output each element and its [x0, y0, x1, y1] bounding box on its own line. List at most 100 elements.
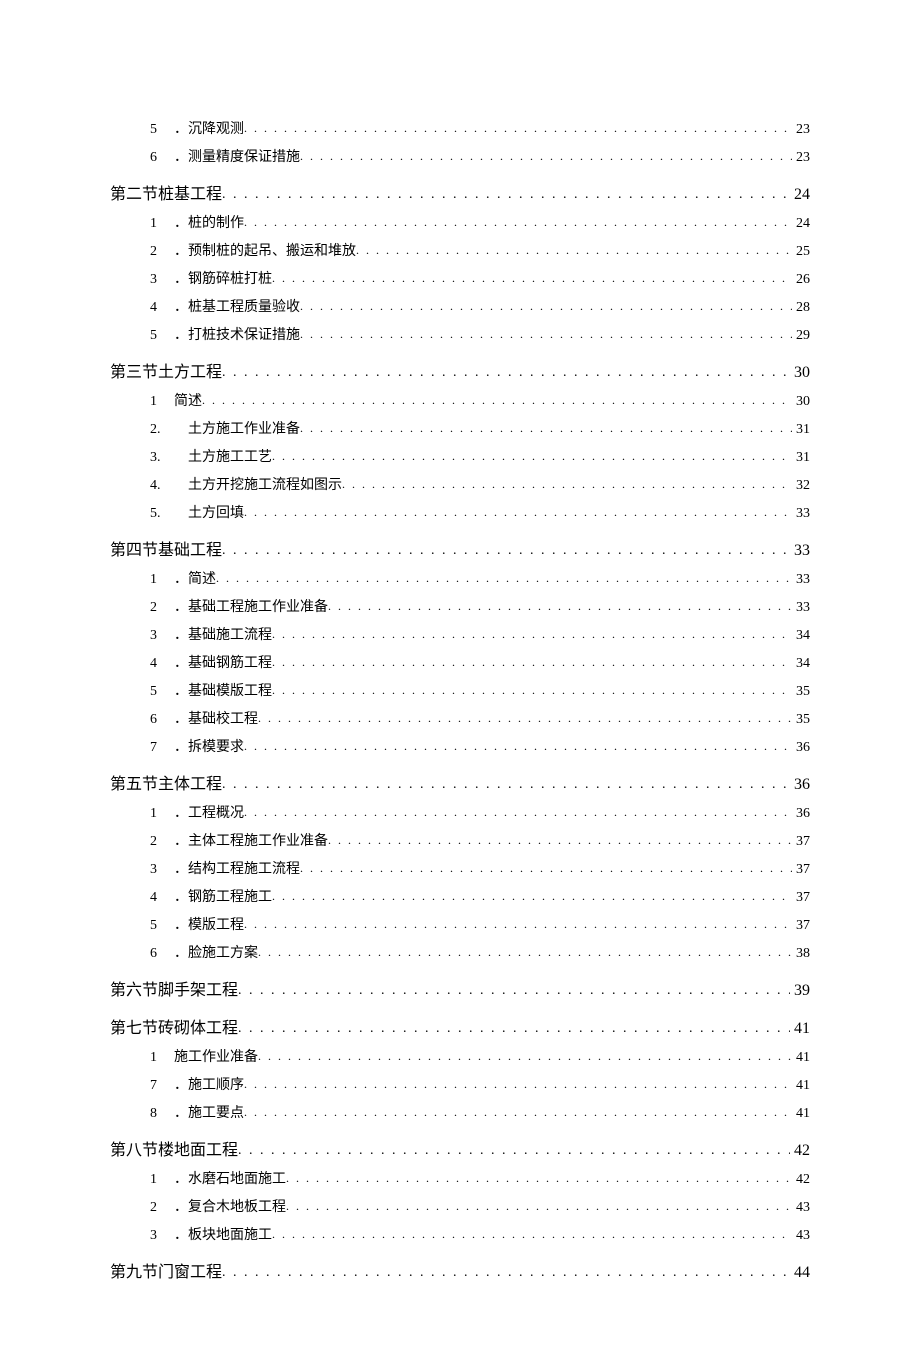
toc-entry-label: 第三节土方工程	[110, 358, 222, 382]
toc-entry-page: 23	[792, 122, 810, 138]
toc-entry-page: 33	[790, 542, 810, 560]
toc-entry-label: ．打桩技术保证措施	[174, 324, 300, 344]
toc-dot-leader	[272, 655, 792, 670]
toc-entry-number: 3	[150, 272, 174, 288]
toc-dot-leader	[272, 1227, 792, 1242]
toc-entry-label: 第二节桩基工程	[110, 180, 222, 204]
toc-entry-page: 31	[792, 422, 810, 438]
toc-dot-leader	[202, 393, 792, 408]
toc-dot-leader	[300, 327, 792, 342]
toc-entry-label: ．桩基工程质量验收	[174, 296, 300, 316]
toc-entry-number: 5	[150, 918, 174, 934]
toc-sub-row: 6．基础校工程35	[110, 708, 810, 728]
toc-entry-page: 30	[790, 364, 810, 382]
toc-entry-page: 34	[792, 628, 810, 644]
toc-entry-number: 2	[150, 1200, 174, 1216]
toc-entry-number: 3	[150, 862, 174, 878]
toc-dot-leader	[238, 983, 790, 999]
toc-sub-row: 3. 土方施工工艺31	[110, 446, 810, 466]
toc-entry-label: ．结构工程施工流程	[174, 858, 300, 878]
toc-entry-label: ．工程概况	[174, 802, 244, 822]
toc-dot-leader	[244, 1077, 792, 1092]
toc-entry-number: 5	[150, 122, 174, 138]
toc-entry-number: 1	[150, 394, 174, 410]
toc-entry-page: 24	[792, 216, 810, 232]
toc-dot-leader	[216, 571, 792, 586]
toc-entry-label: ．板块地面施工	[174, 1224, 272, 1244]
toc-sub-row: 5．打桩技术保证措施29	[110, 324, 810, 344]
toc-dot-leader	[342, 477, 792, 492]
toc-entry-label: ．基础工程施工作业准备	[174, 596, 328, 616]
toc-entry-label: 土方开挖施工流程如图示	[174, 474, 342, 494]
toc-entry-label: ．基础钢筋工程	[174, 652, 272, 672]
toc-entry-page: 28	[792, 300, 810, 316]
toc-sub-row: 3．基础施工流程34	[110, 624, 810, 644]
toc-entry-page: 31	[792, 450, 810, 466]
toc-entry-number: 3	[150, 1228, 174, 1244]
toc-entry-page: 29	[792, 328, 810, 344]
toc-entry-number: 2	[150, 244, 174, 260]
toc-dot-leader	[244, 917, 792, 932]
toc-entry-label: 第九节门窗工程	[110, 1258, 222, 1282]
toc-dot-leader	[222, 187, 790, 203]
toc-entry-page: 41	[792, 1078, 810, 1094]
toc-entry-page: 36	[790, 776, 810, 794]
toc-sub-row: 4. 土方开挖施工流程如图示 32	[110, 474, 810, 494]
toc-section-row: 第八节楼地面工程42	[110, 1136, 810, 1160]
toc-dot-leader	[272, 683, 792, 698]
toc-dot-leader	[238, 1143, 790, 1159]
toc-section-row: 第七节砖砌体工程41	[110, 1014, 810, 1038]
toc-section-row: 第九节门窗工程 44	[110, 1258, 810, 1282]
toc-sub-row: 1．简述33	[110, 568, 810, 588]
toc-entry-number: 4	[150, 890, 174, 906]
toc-entry-number: 4.	[150, 478, 174, 494]
toc-entry-page: 36	[792, 740, 810, 756]
toc-sub-row: 1．桩的制作24	[110, 212, 810, 232]
toc-entry-page: 41	[792, 1050, 810, 1066]
toc-entry-page: 37	[792, 890, 810, 906]
toc-entry-label: 土方施工作业准备	[174, 418, 300, 438]
toc-entry-page: 44	[790, 1264, 810, 1282]
toc-entry-label: ．施工顺序	[174, 1074, 244, 1094]
toc-sub-row: 2. 土方施工作业准备31	[110, 418, 810, 438]
toc-entry-label: 第八节楼地面工程	[110, 1136, 238, 1160]
document-page: 5．沉降观测236．测量精度保证措施23第二节桩基工程241．桩的制作242．预…	[0, 0, 920, 1348]
toc-entry-page: 33	[792, 506, 810, 522]
toc-entry-page: 43	[792, 1228, 810, 1244]
toc-entry-page: 36	[792, 806, 810, 822]
toc-entry-label: ．水磨石地面施工	[174, 1168, 286, 1188]
toc-entry-label: ．模版工程	[174, 914, 244, 934]
toc-sub-row: 4．基础钢筋工程34	[110, 652, 810, 672]
toc-entry-label: ．施工要点	[174, 1102, 244, 1122]
toc-sub-row: 2．预制桩的起吊、搬运和堆放25	[110, 240, 810, 260]
toc-sub-row: 5．基础模版工程35	[110, 680, 810, 700]
toc-sub-row: 4．钢筋工程施工 37	[110, 886, 810, 906]
toc-entry-page: 32	[792, 478, 810, 494]
table-of-contents: 5．沉降观测236．测量精度保证措施23第二节桩基工程241．桩的制作242．预…	[110, 118, 810, 1282]
toc-entry-label: ．钢筋工程施工	[174, 886, 272, 906]
toc-entry-number: 4	[150, 656, 174, 672]
toc-entry-page: 24	[790, 186, 810, 204]
toc-entry-number: 3.	[150, 450, 174, 466]
toc-section-row: 第五节主体工程 36	[110, 770, 810, 794]
toc-entry-label: ．脸施工方案	[174, 942, 258, 962]
toc-entry-page: 33	[792, 600, 810, 616]
toc-sub-row: 2．复合木地板工程43	[110, 1196, 810, 1216]
toc-entry-page: 30	[792, 394, 810, 410]
toc-dot-leader	[272, 271, 792, 286]
toc-dot-leader	[244, 805, 792, 820]
toc-entry-page: 38	[792, 946, 810, 962]
toc-entry-label: 第五节主体工程	[110, 770, 222, 794]
toc-dot-leader	[286, 1199, 792, 1214]
toc-dot-leader	[238, 1021, 790, 1037]
toc-entry-label: 第七节砖砌体工程	[110, 1014, 238, 1038]
toc-section-row: 第六节脚手架工程39	[110, 976, 810, 1000]
toc-dot-leader	[300, 421, 792, 436]
toc-entry-page: 41	[792, 1106, 810, 1122]
toc-dot-leader	[258, 1049, 792, 1064]
toc-dot-leader	[244, 505, 792, 520]
toc-sub-row: 7．施工顺序41	[110, 1074, 810, 1094]
toc-entry-number: 6	[150, 150, 174, 166]
toc-entry-label: 第六节脚手架工程	[110, 976, 238, 1000]
toc-entry-label: 土方回填	[174, 502, 244, 522]
